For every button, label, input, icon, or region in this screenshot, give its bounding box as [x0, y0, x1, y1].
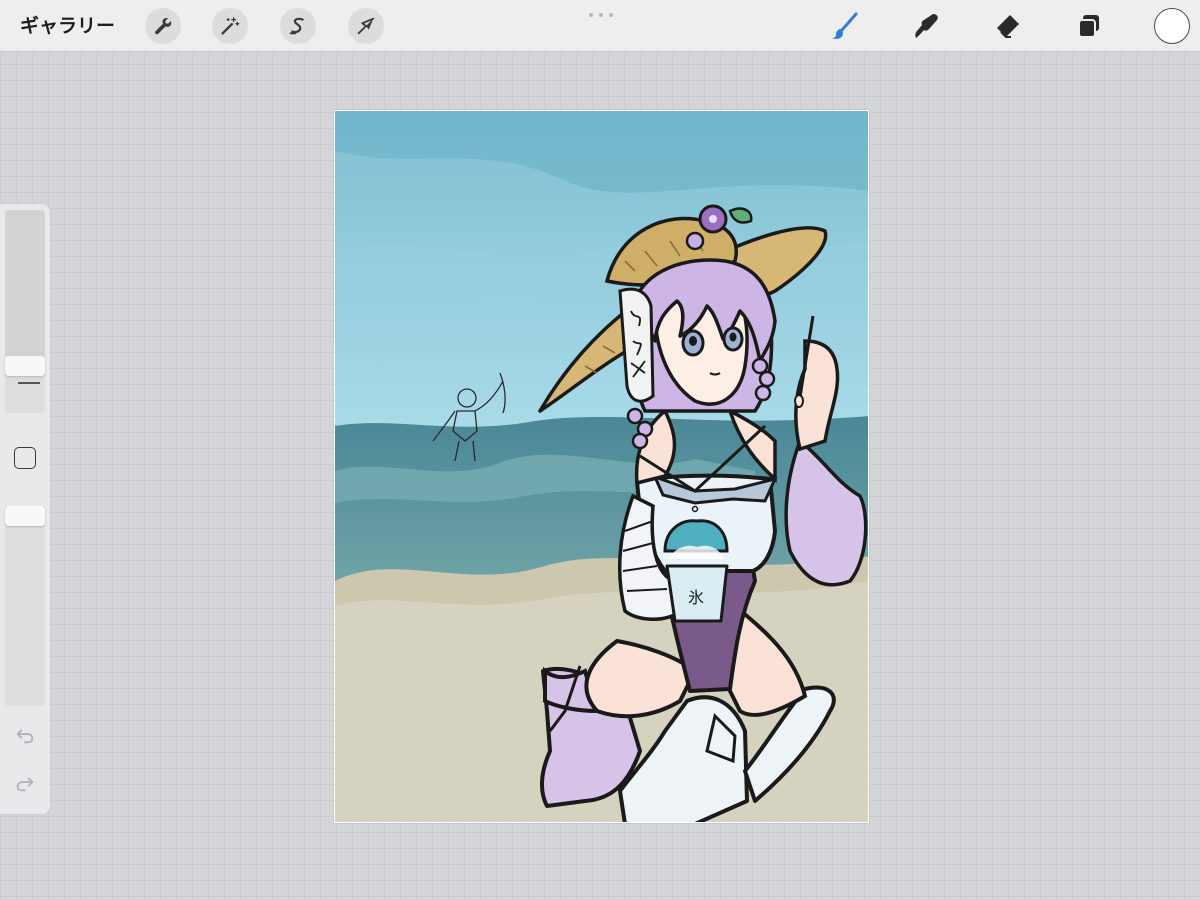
transform-button[interactable]: [348, 8, 384, 44]
brush-size-thumb[interactable]: [5, 356, 45, 376]
undo-arrow-icon: [16, 729, 34, 744]
shaved-ice: 氷: [663, 519, 729, 623]
eraser-icon: [997, 15, 1019, 38]
top-toolbar: ギャラリー: [0, 0, 1200, 52]
spoon-head: [794, 394, 804, 408]
magic-wand-icon: [221, 17, 240, 35]
adjustments-button[interactable]: [212, 8, 248, 44]
brush-icon: [832, 12, 858, 39]
left-sidebar: [0, 204, 50, 814]
opacity-slider[interactable]: [5, 506, 45, 706]
grabber-dot: [599, 13, 603, 17]
brush-size-marker: [18, 382, 40, 384]
arrow-cursor-icon: [357, 17, 375, 35]
hat-flower-center: [709, 215, 717, 223]
eraser-tool-button[interactable]: [988, 8, 1026, 44]
layers-button[interactable]: [1070, 8, 1108, 44]
hat-flower: [685, 231, 705, 251]
redo-arrow-icon: [16, 777, 34, 792]
selection-s-icon: [289, 17, 304, 35]
brush-tool-button[interactable]: [826, 8, 864, 44]
drawing-canvas[interactable]: 氷: [334, 110, 869, 823]
redo-button[interactable]: [12, 770, 38, 796]
gallery-button[interactable]: ギャラリー: [20, 12, 115, 40]
modify-button[interactable]: [14, 447, 36, 469]
grabber-dot: [589, 13, 593, 17]
grabber-dot: [609, 13, 613, 17]
smudge-tool-button[interactable]: [907, 8, 945, 44]
artwork: 氷: [335, 111, 868, 822]
toolbar-grabber[interactable]: [589, 13, 613, 17]
layers-icon: [1078, 15, 1099, 38]
opacity-fill: [5, 506, 45, 706]
selection-button[interactable]: [280, 8, 316, 44]
color-swatch[interactable]: [1154, 8, 1190, 44]
actions-button[interactable]: [145, 8, 181, 44]
brush-size-slider[interactable]: [5, 210, 45, 413]
cup-label: 氷: [688, 588, 704, 607]
undo-button[interactable]: [12, 722, 38, 748]
opacity-thumb[interactable]: [5, 506, 45, 526]
wrench-icon: [155, 17, 172, 35]
smudge-finger-icon: [915, 14, 938, 38]
